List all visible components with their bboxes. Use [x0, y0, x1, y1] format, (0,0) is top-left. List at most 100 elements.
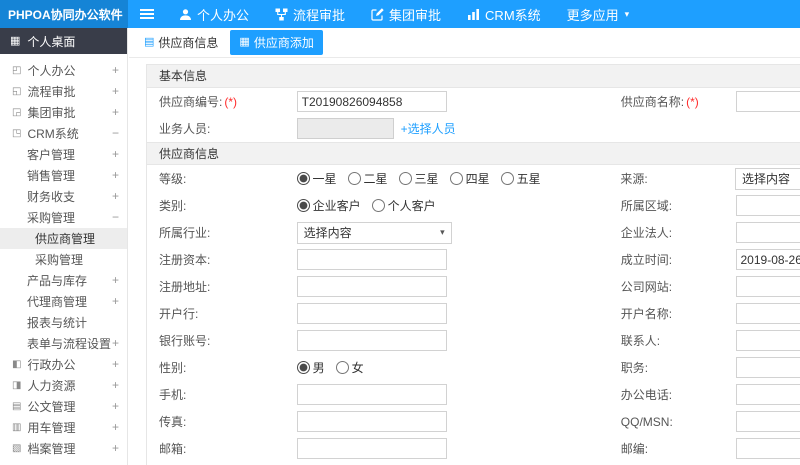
expand-toggle-icon[interactable]: + — [112, 354, 119, 375]
expand-toggle-icon[interactable]: + — [112, 102, 119, 123]
level-radio-4[interactable]: 五星 — [500, 170, 541, 187]
registered-capital-input[interactable] — [296, 249, 447, 270]
expand-toggle-icon[interactable]: − — [112, 123, 119, 144]
bank-input[interactable] — [296, 303, 447, 324]
business-person-input[interactable] — [296, 118, 394, 139]
account-name-input[interactable] — [735, 303, 800, 324]
expand-toggle-icon[interactable]: + — [112, 186, 119, 207]
bank-account-input[interactable] — [296, 330, 447, 351]
nav-item-group-approval[interactable]: 集团审批 — [358, 0, 454, 28]
mobile-input[interactable] — [296, 384, 447, 405]
tab-supplier-info[interactable]: ▤ 供应商信息 — [135, 30, 227, 55]
expand-toggle-icon[interactable]: + — [112, 291, 119, 312]
group-approval-icon: ◲ — [12, 106, 22, 118]
workflow-icon: ◱ — [12, 85, 22, 97]
expand-toggle-icon[interactable]: + — [112, 396, 119, 417]
gender-radio-input[interactable] — [296, 361, 310, 374]
level-radio-3[interactable]: 四星 — [449, 170, 490, 187]
gender-radio-1[interactable]: 女 — [335, 359, 364, 376]
sidebar-item-product-inventory[interactable]: 产品与库存 + — [0, 270, 127, 291]
sidebar-item-purchase-mgmt[interactable]: 采购管理 − — [0, 207, 127, 228]
fax-input[interactable] — [296, 411, 447, 432]
tab-bar: ▤ 供应商信息 ▦ 供应商添加 — [129, 28, 800, 58]
category-radio-input[interactable] — [296, 199, 310, 212]
level-radio-input[interactable] — [449, 172, 463, 185]
sidebar-item-label: 人力资源 — [27, 379, 76, 393]
field-label: 联系人: — [620, 334, 661, 348]
email-input[interactable] — [296, 438, 447, 459]
sidebar-item-document-mgmt[interactable]: ▤ 公文管理 + — [0, 396, 127, 417]
expand-toggle-icon[interactable]: + — [112, 60, 119, 81]
sidebar-item-label: 个人办公 — [27, 64, 76, 78]
registered-address-input[interactable] — [296, 276, 447, 297]
sidebar-collapse-button[interactable] — [128, 0, 166, 28]
sidebar-item-finance[interactable]: 财务收支 + — [0, 186, 127, 207]
sidebar: ▦ 个人桌面 ◰ 个人办公 + ◱ 流程审批 + ◲ 集团审批 + ◳ CRM系统 − 客户管理 + 销售管… — [0, 28, 128, 465]
sidebar-item-report-stats[interactable]: 报表与统计 — [0, 312, 127, 333]
qq-msn-input[interactable] — [735, 411, 800, 432]
level-radio-input[interactable] — [347, 172, 361, 185]
level-radio-2[interactable]: 三星 — [398, 170, 439, 187]
expand-toggle-icon[interactable]: + — [112, 333, 119, 354]
expand-toggle-icon[interactable]: + — [112, 375, 119, 396]
grid-icon: ▤ — [144, 36, 155, 48]
sidebar-item-personal-office[interactable]: ◰ 个人办公 + — [0, 60, 127, 81]
level-radio-input[interactable] — [296, 172, 310, 185]
contact-input[interactable] — [735, 330, 800, 351]
field-label: 传真: — [159, 415, 187, 429]
level-radio-input[interactable] — [398, 172, 412, 185]
established-date-input[interactable] — [735, 249, 800, 270]
sidebar-item-personal-desktop[interactable]: ▦ 个人桌面 — [0, 28, 127, 54]
hr-icon: ◨ — [12, 379, 22, 391]
sidebar-item-form-flow-settings[interactable]: 表单与流程设置 + — [0, 333, 127, 354]
vehicle-icon: ▥ — [12, 421, 22, 433]
supplier-name-input[interactable] — [735, 91, 800, 112]
expand-toggle-icon[interactable]: + — [112, 165, 119, 186]
nav-item-crm-system[interactable]: CRM系统 — [454, 0, 554, 28]
required-marker: (*) — [224, 95, 238, 109]
industry-select[interactable]: 选择内容 ▾ — [296, 221, 452, 244]
position-input[interactable] — [735, 357, 800, 378]
legal-person-input[interactable] — [735, 222, 800, 243]
gender-radio-input[interactable] — [335, 361, 349, 374]
sidebar-item-admin-office[interactable]: ◧ 行政办公 + — [0, 354, 127, 375]
sidebar-item-label: 个人桌面 — [27, 34, 76, 49]
zipcode-input[interactable] — [735, 438, 800, 459]
sidebar-item-group-approval[interactable]: ◲ 集团审批 + — [0, 102, 127, 123]
website-input[interactable] — [735, 276, 800, 297]
expand-toggle-icon[interactable]: + — [112, 438, 119, 459]
expand-toggle-icon[interactable]: + — [112, 270, 119, 291]
select-person-link[interactable]: +选择人员 — [401, 120, 456, 137]
sidebar-item-customer-mgmt[interactable]: 客户管理 + — [0, 144, 127, 165]
sidebar-item-crm-system[interactable]: ◳ CRM系统 − — [0, 123, 127, 144]
sidebar-item-workflow-approval[interactable]: ◱ 流程审批 + — [0, 81, 127, 102]
supplier-code-input[interactable] — [296, 91, 447, 112]
expand-toggle-icon[interactable]: + — [112, 417, 119, 438]
source-select[interactable]: 选择内容▾ — [735, 167, 800, 190]
tab-supplier-add[interactable]: ▦ 供应商添加 — [230, 30, 323, 55]
nav-item-more-apps[interactable]: 更多应用 ▾ — [554, 0, 643, 28]
nav-item-personal-office[interactable]: 个人办公 — [166, 0, 262, 28]
level-radio-1[interactable]: 二星 — [347, 170, 388, 187]
office-phone-input[interactable] — [735, 384, 800, 405]
sidebar-item-sales-mgmt[interactable]: 销售管理 + — [0, 165, 127, 186]
category-radio-1[interactable]: 个人客户 — [371, 197, 436, 214]
sidebar-item-agent-mgmt[interactable]: 代理商管理 + — [0, 291, 127, 312]
category-radio-input[interactable] — [371, 199, 385, 212]
select-value: 选择内容 — [742, 172, 791, 186]
expand-toggle-icon[interactable]: − — [112, 207, 119, 228]
region-input[interactable] — [735, 195, 800, 216]
sidebar-item-supplier-mgmt[interactable]: 供应商管理 — [0, 228, 127, 249]
nav-item-workflow-approval[interactable]: 流程审批 — [262, 0, 358, 28]
level-radio-input[interactable] — [500, 172, 514, 185]
expand-toggle-icon[interactable]: + — [112, 144, 119, 165]
sidebar-item-purchase[interactable]: 采购管理 — [0, 249, 127, 270]
sidebar-item-archive-mgmt[interactable]: ▧ 档案管理 + — [0, 438, 127, 459]
category-radio-0[interactable]: 企业客户 — [296, 197, 361, 214]
expand-toggle-icon[interactable]: + — [112, 81, 119, 102]
sidebar-item-vehicle-mgmt[interactable]: ▥ 用车管理 + — [0, 417, 127, 438]
sidebar-item-hr[interactable]: ◨ 人力资源 + — [0, 375, 127, 396]
level-radio-0[interactable]: 一星 — [296, 170, 337, 187]
field-label: 邮箱: — [159, 442, 187, 456]
gender-radio-0[interactable]: 男 — [296, 359, 325, 376]
